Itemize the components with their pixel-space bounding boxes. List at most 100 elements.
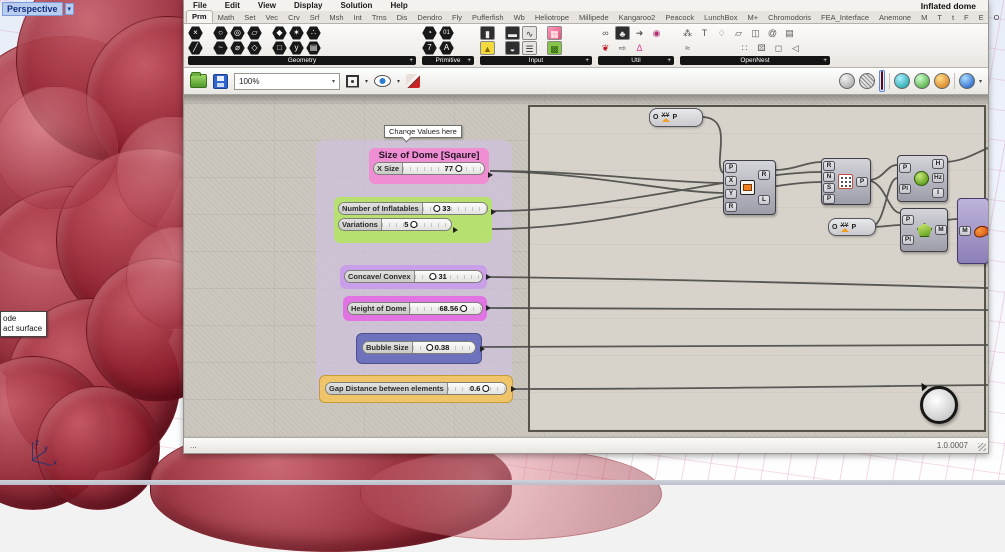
geometry-icon[interactable]: ▱ [247, 26, 262, 40]
tab-srf[interactable]: Srf [305, 12, 325, 23]
opennest-icon[interactable]: @ [765, 26, 780, 40]
zoom-select[interactable]: 100% ▾ [234, 73, 340, 90]
slider-grip[interactable] [433, 205, 440, 212]
slider-grip[interactable] [460, 305, 467, 312]
opennest-icon[interactable]: ⚄ [754, 41, 769, 55]
chevron-down-icon[interactable]: ▾ [979, 78, 982, 85]
opennest-icon[interactable]: ▤ [782, 26, 797, 40]
primitive-icon[interactable]: 7 [422, 41, 437, 55]
tab-e[interactable]: E [974, 12, 989, 23]
geometry-icon[interactable]: ✶ [289, 26, 304, 40]
slider-grip[interactable] [426, 344, 433, 351]
magnet-icon[interactable]: ◉ [649, 26, 664, 40]
tab-fly[interactable]: Fly [447, 12, 467, 23]
pixel-icon[interactable]: ▩ [547, 41, 562, 55]
tab-f[interactable]: F [959, 12, 974, 23]
menu-help[interactable]: Help [381, 1, 416, 10]
opennest-icon[interactable]: ◁ [788, 41, 803, 55]
slider-bubble-size[interactable]: Bubble Size 0.38 [362, 341, 476, 354]
opennest-icon[interactable]: ◫ [748, 26, 763, 40]
viewport-title-menu[interactable]: Perspective ▾ [2, 2, 74, 16]
display-green-icon[interactable] [914, 73, 930, 89]
panel-icon[interactable]: ▬ [505, 26, 520, 40]
tab-peacock[interactable]: Peacock [660, 12, 699, 23]
slider-icon[interactable]: ▮ [480, 26, 495, 40]
shaded-preview-selected[interactable] [879, 70, 885, 92]
toolbar-group-label[interactable]: OpenNest+ [680, 56, 830, 65]
tab-fea-interface[interactable]: FEA_Interface [816, 12, 874, 23]
resize-grip[interactable] [978, 443, 986, 451]
chevron-down-icon[interactable]: ▾ [332, 78, 335, 85]
tab-heliotrope[interactable]: Heliotrope [530, 12, 574, 23]
opennest-icon[interactable]: ◻ [771, 41, 786, 55]
menu-display[interactable]: Display [285, 1, 331, 10]
tab-trns[interactable]: Trns [367, 12, 392, 23]
tab-msh[interactable]: Msh [324, 12, 348, 23]
geometry-icon[interactable]: ╱ [188, 41, 203, 55]
geometry-icon[interactable]: ▤ [306, 41, 321, 55]
tab-chromodoris[interactable]: Chromodoris [763, 12, 816, 23]
tab-math[interactable]: Math [213, 12, 240, 23]
opennest-icon[interactable]: ▱ [731, 26, 746, 40]
output-connector[interactable] [486, 274, 491, 280]
geometry-icon[interactable]: □ [272, 41, 287, 55]
menu-edit[interactable]: Edit [216, 1, 249, 10]
tab-lunchbox[interactable]: LunchBox [699, 12, 742, 23]
tab-anemone[interactable]: Anemone [874, 12, 916, 23]
slider-grip[interactable] [410, 221, 417, 228]
arrow-outline-icon[interactable]: ⇨ [615, 41, 630, 55]
tab-pufferfish[interactable]: Pufferfish [467, 12, 509, 23]
list-icon[interactable]: ☰ [522, 41, 537, 55]
slider-grip[interactable] [482, 385, 489, 392]
display-teal-icon[interactable] [894, 73, 910, 89]
geometry-icon[interactable]: ◆ [272, 26, 287, 40]
geometry-icon[interactable]: ◇ [247, 41, 262, 55]
geometry-icon[interactable]: ~ [213, 41, 228, 55]
primitive-icon[interactable]: ◔ [422, 26, 437, 40]
gradient-icon[interactable]: ▦ [547, 26, 562, 40]
toolbar-group-label[interactable]: Primitive+ [422, 56, 474, 65]
menu-solution[interactable]: Solution [331, 1, 381, 10]
canvas-compass-widget[interactable] [920, 386, 958, 424]
tree-icon[interactable]: ♣ [615, 26, 630, 40]
opennest-icon[interactable]: ⁂ [680, 26, 695, 40]
sketch-pencil-icon[interactable] [406, 74, 420, 88]
opennest-icon[interactable]: ∷ [737, 41, 752, 55]
chevron-down-icon[interactable]: ▾ [365, 78, 368, 85]
geometry-icon[interactable]: ○ [213, 26, 228, 40]
tab-millipede[interactable]: Millipede [574, 12, 614, 23]
toolbar-group-label[interactable]: Geometry+ [188, 56, 416, 65]
tab-int[interactable]: Int [349, 12, 367, 23]
tab-wb[interactable]: Wb [509, 12, 530, 23]
output-connector[interactable] [488, 172, 493, 178]
tab-dis[interactable]: Dis [392, 12, 413, 23]
display-orange-icon[interactable] [934, 73, 950, 89]
primitive-icon[interactable]: 01 [439, 26, 454, 40]
geometry-icon[interactable]: y [289, 41, 304, 55]
slider-grip[interactable] [455, 165, 462, 172]
output-connector[interactable] [511, 386, 516, 392]
tab-m[interactable]: M [916, 12, 932, 23]
save-file-icon[interactable] [213, 74, 228, 89]
menu-view[interactable]: View [249, 1, 285, 10]
component-populate-2d[interactable]: R N S P P [821, 158, 871, 205]
output-connector[interactable] [491, 209, 496, 215]
output-connector[interactable] [480, 346, 485, 352]
glasses-icon[interactable]: ∞ [598, 26, 613, 40]
slider-height-of-dome[interactable]: Height of Dome 68.56 [347, 302, 483, 315]
cherry-icon[interactable]: ❦ [598, 41, 613, 55]
output-connector[interactable] [453, 227, 458, 233]
wireframe-preview-icon[interactable] [859, 73, 875, 89]
display-blue-icon[interactable] [959, 73, 975, 89]
graph-mapper-icon[interactable]: ∿ [522, 26, 537, 40]
component-rectangle[interactable]: P X Y R R L [723, 160, 776, 215]
slider-concave-convex[interactable]: Concave/ Convex 31 [344, 270, 483, 283]
viewport-dropdown-icon[interactable]: ▾ [65, 3, 75, 15]
tab-crv[interactable]: Crv [283, 12, 305, 23]
tab-prm[interactable]: Prm [186, 10, 213, 23]
opennest-icon[interactable]: ♢ [714, 26, 729, 40]
toolbar-group-label[interactable]: Input+ [480, 56, 592, 65]
component-convex-hull[interactable]: P Pl H Hz I [897, 155, 948, 202]
component-mesh-selected[interactable]: M [957, 198, 988, 264]
tab-o[interactable]: O [989, 12, 1005, 23]
